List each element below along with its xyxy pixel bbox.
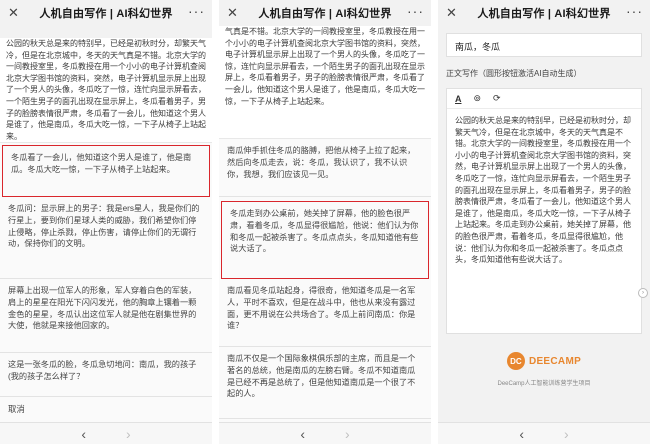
continuation-option[interactable]: 屏幕上出现一位军人的形象，军人穿着白色的军装，肩上的星星在阳光下闪闪发光，他的胸…: [0, 279, 212, 353]
title-bar: ✕ 人机自由写作 | AI科幻世界 ···: [219, 0, 431, 26]
app-title: 人机自由写作 | AI科幻世界: [477, 8, 611, 20]
app-title: 人机自由写作 | AI科幻世界: [39, 8, 173, 20]
deecamp-logo: DC DEECAMP: [438, 352, 650, 370]
bottom-nav: ‹ ›: [0, 422, 212, 444]
more-icon[interactable]: ···: [626, 3, 643, 19]
forward-icon[interactable]: ›: [345, 426, 350, 442]
editor-content[interactable]: 公园的秋天总是来的特别早，已经是初秋时分，却繁天气冷，但是在北京城中，冬天的天气…: [447, 109, 641, 272]
continuation-option-selected[interactable]: 冬瓜看了一会儿，他知道这个男人是谁了，他是南瓜。冬瓜大吃一惊，一下子从椅子上站起…: [2, 145, 210, 197]
keyword-input[interactable]: 南瓜，冬瓜: [446, 33, 642, 57]
phone-screen-3: ✕ 人机自由写作 | AI科幻世界 ··· 南瓜，冬瓜 正文写作（圆形按钮激活A…: [438, 0, 650, 444]
logo-text: DEECAMP: [528, 355, 582, 367]
app-title: 人机自由写作 | AI科幻世界: [258, 8, 392, 20]
logo-caption: DeeCamp人工智能训练营学生项目: [497, 381, 591, 387]
continuation-option[interactable]: 南瓜看见冬瓜站起身，得很奇，他知道冬瓜是一名军人，平时不喜欢，但是在战斗中，他也…: [219, 279, 431, 347]
more-icon[interactable]: ···: [188, 3, 205, 19]
more-icon[interactable]: ···: [407, 3, 424, 19]
continuation-option[interactable]: 这是一张冬瓜的脸，冬瓜急切地问：南瓜，我的孩子(我的孩子怎么样了？: [0, 353, 212, 397]
section-label: 正文写作（圆形按钮激活AI自动生成）: [446, 69, 582, 78]
phone-screen-2: ✕ 人机自由写作 | AI科幻世界 ··· 气真是不错。北京大学的一间教授室里，…: [219, 0, 431, 444]
close-icon[interactable]: ✕: [8, 5, 19, 21]
ai-generate-button[interactable]: ›: [638, 288, 648, 298]
bottom-nav: ‹ ›: [438, 422, 650, 444]
font-style-icon[interactable]: A: [455, 94, 462, 104]
back-icon[interactable]: ‹: [81, 426, 86, 442]
continuation-menu: 冬瓜看了一会儿，他知道这个男人是谁了，他是南瓜。冬瓜大吃一惊，一下子从椅子上站起…: [0, 142, 212, 422]
continuation-option[interactable]: 冬瓜问：显示屏上的男子：我是ers星人，我是你们的行星上，要到你们星球人类的威胁…: [0, 197, 212, 279]
forward-icon[interactable]: ›: [564, 426, 569, 442]
refresh-icon[interactable]: ⟳: [493, 93, 501, 104]
bottom-nav: ‹ ›: [219, 422, 431, 444]
continuation-option[interactable]: 南瓜伸手抓住冬瓜的胳膊，把他从椅子上拉了起来，然后向冬瓜走去，说：冬瓜，我认识了…: [219, 139, 431, 197]
close-icon[interactable]: ✕: [227, 5, 238, 21]
phone-screen-1: ✕ 人机自由写作 | AI科幻世界 ··· 公园的秋天总是来的特别早，已经是初秋…: [0, 0, 212, 444]
back-icon[interactable]: ‹: [300, 426, 305, 442]
story-text: 公园的秋天总是来的特别早，已经是初秋时分，却繁天气冷，但是在北京城中，冬天的天气…: [0, 38, 212, 150]
continuation-option-selected[interactable]: 冬瓜走到办公桌前，她关掉了屏幕，他的脸色很严肃，看着冬瓜，冬瓜显得很尴尬，他说：…: [221, 201, 429, 279]
title-bar: ✕ 人机自由写作 | AI科幻世界 ···: [438, 0, 650, 26]
text-editor[interactable]: A ⊚ ⟳ 公园的秋天总是来的特别早，已经是初秋时分，却繁天气冷，但是在北京城中…: [446, 88, 642, 334]
back-icon[interactable]: ‹: [519, 426, 524, 442]
cancel-button[interactable]: 取消: [0, 397, 212, 421]
editor-toolbar: A ⊚ ⟳: [447, 89, 641, 109]
forward-icon[interactable]: ›: [126, 426, 131, 442]
close-icon[interactable]: ✕: [446, 5, 457, 21]
logo-mark: DC: [506, 352, 525, 370]
continuation-option[interactable]: 南瓜不仅是一个国际象棋俱乐部的主席，而且是一个著名的总统，他是南瓜的左膀右臂。冬…: [219, 347, 431, 419]
continuation-menu: 南瓜伸手抓住冬瓜的胳膊，把他从椅子上拉了起来，然后向冬瓜走去，说：冬瓜，我认识了…: [219, 138, 431, 422]
record-icon[interactable]: ⊚: [474, 93, 482, 104]
title-bar: ✕ 人机自由写作 | AI科幻世界 ···: [0, 0, 212, 26]
story-text: 气真是不错。北京大学的一间教授室里，冬瓜教授在用一个小小的电子计算机查阅北京大学…: [219, 26, 431, 138]
